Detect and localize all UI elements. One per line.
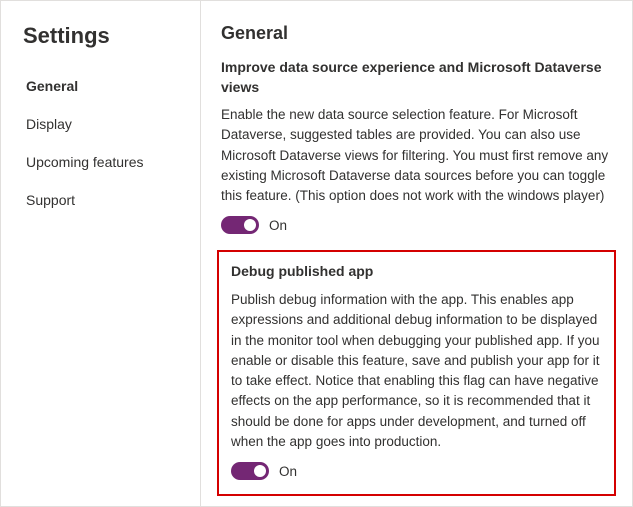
toggle-wrapper: On [221,216,612,234]
toggle-thumb-icon [254,465,266,477]
sidebar-item-label: General [26,78,78,94]
section-heading: Debug published app [231,262,602,282]
settings-panel: Settings General Display Upcoming featur… [0,0,633,507]
section-debug-published-app: Debug published app Publish debug inform… [217,250,616,496]
sidebar-item-upcoming-features[interactable]: Upcoming features [1,143,200,181]
toggle-wrapper: On [231,462,602,480]
section-improve-data-source: Improve data source experience and Micro… [221,58,612,234]
sidebar: Settings General Display Upcoming featur… [1,1,201,506]
sidebar-item-label: Upcoming features [26,154,144,170]
sidebar-item-general[interactable]: General [1,67,200,105]
toggle-debug-published-app[interactable] [231,462,269,480]
sidebar-item-display[interactable]: Display [1,105,200,143]
section-desc: Publish debug information with the app. … [231,290,602,452]
toggle-label: On [269,218,287,233]
sidebar-title: Settings [1,23,200,67]
toggle-improve-data-source[interactable] [221,216,259,234]
toggle-label: On [279,464,297,479]
section-desc: Enable the new data source selection fea… [221,105,612,206]
sidebar-item-label: Display [26,116,72,132]
sidebar-item-support[interactable]: Support [1,181,200,219]
toggle-thumb-icon [244,219,256,231]
content-area: General Improve data source experience a… [201,1,632,506]
sidebar-item-label: Support [26,192,75,208]
section-heading: Improve data source experience and Micro… [221,58,612,97]
page-title: General [221,23,612,44]
